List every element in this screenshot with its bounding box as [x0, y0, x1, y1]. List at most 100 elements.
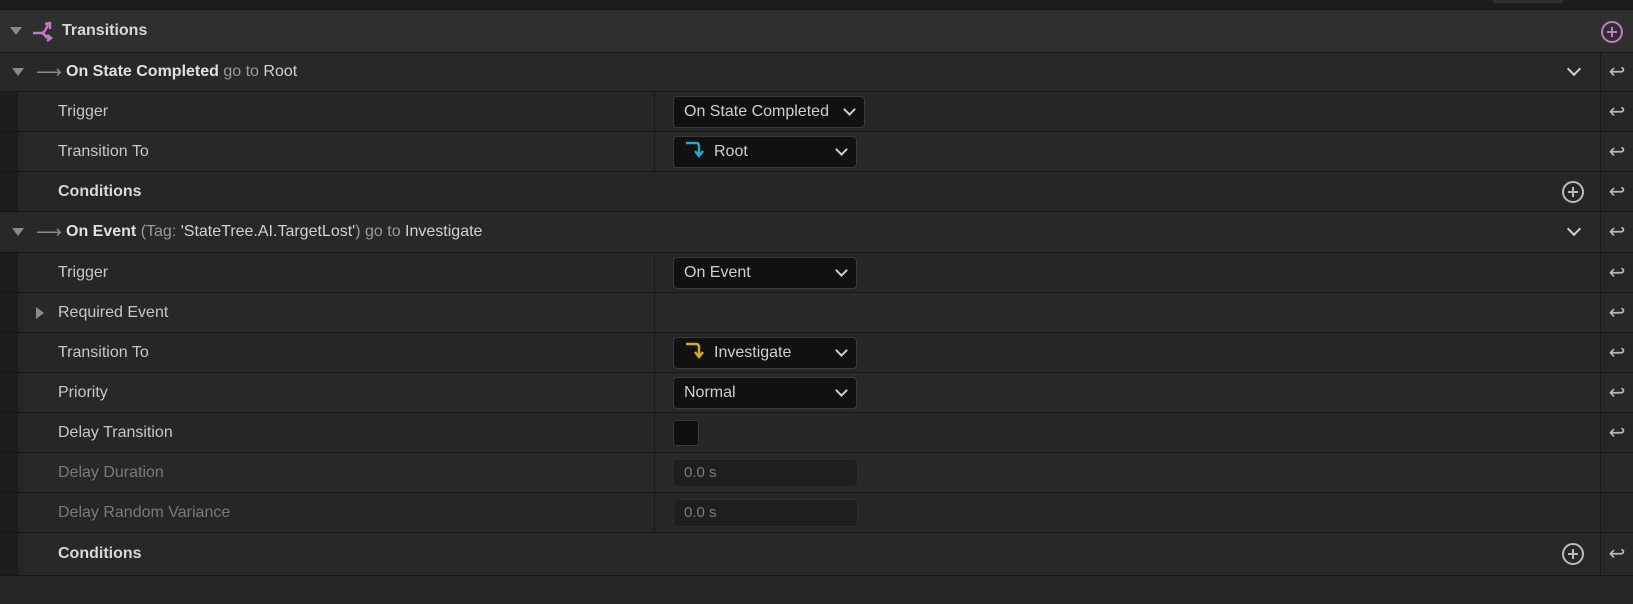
chevron-down-icon[interactable]: [1566, 53, 1582, 91]
trigger-value: On State Completed: [684, 102, 829, 120]
required-event-label: Required Event: [58, 303, 169, 321]
trigger-combo[interactable]: On Event: [673, 256, 857, 289]
transition-to-combo[interactable]: Root: [673, 135, 857, 168]
indent-gutter: [0, 172, 18, 211]
transition-to-label: Transition To: [58, 142, 149, 160]
transition-1-title: On State Completed go to Root: [66, 53, 297, 91]
chevron-down-icon: [835, 383, 848, 397]
indent-gutter: [18, 413, 24, 452]
indent-gutter: [18, 533, 24, 575]
delay-transition-checkbox[interactable]: [673, 419, 699, 446]
trigger-value: On Event: [684, 263, 751, 281]
indent-gutter: [0, 493, 18, 532]
column-splitter[interactable]: [654, 333, 655, 372]
column-splitter[interactable]: [654, 453, 655, 492]
plus-circle-icon: [1562, 543, 1584, 565]
indent-gutter: [18, 172, 24, 211]
column-splitter[interactable]: [654, 132, 655, 171]
transition-to-value: Investigate: [714, 343, 792, 361]
column-splitter[interactable]: [654, 293, 655, 332]
expand-arrow-icon[interactable]: [12, 53, 24, 91]
reset-button[interactable]: ↩: [1600, 413, 1633, 452]
tag-word: Tag:: [146, 223, 177, 240]
plus-circle-icon: [1601, 21, 1623, 43]
reset-button[interactable]: ↩: [1600, 333, 1633, 372]
indent-gutter: [18, 373, 24, 412]
transition-2-required-event-row[interactable]: Required Event ↩: [0, 293, 1633, 333]
reset-arrow-icon: ↩: [1608, 421, 1626, 444]
transition-2-trigger-row: Trigger On Event ↩: [0, 253, 1633, 293]
indent-gutter: [0, 533, 18, 575]
transition-1-conditions-row: Conditions ↩: [0, 172, 1633, 212]
chevron-down-icon: [835, 142, 848, 156]
chevron-down-icon: [843, 102, 856, 116]
expand-arrow-icon[interactable]: [36, 293, 44, 332]
priority-label: Priority: [58, 383, 108, 401]
arrow-right-icon: ⟶: [36, 222, 62, 242]
indent-gutter: [18, 253, 24, 292]
reset-button[interactable]: ↩: [1600, 253, 1633, 292]
transition-2-priority-row: Priority Normal ↩: [0, 373, 1633, 413]
chevron-down-icon: [835, 263, 848, 277]
add-condition-button[interactable]: [1562, 181, 1584, 203]
delay-random-value: 0.0 s: [684, 504, 717, 521]
tag-value: 'StateTree.AI.TargetLost': [180, 223, 356, 240]
goto-target: Investigate: [405, 223, 483, 240]
column-splitter[interactable]: [654, 253, 655, 292]
indent-gutter: [0, 293, 18, 332]
trigger-label: Trigger: [58, 102, 109, 120]
delay-duration-label: Delay Duration: [58, 463, 164, 481]
reset-arrow-icon: ↩: [1608, 301, 1626, 324]
indent-gutter: [18, 333, 24, 372]
reset-arrow-icon: ↩: [1608, 543, 1626, 565]
reset-column: [1600, 453, 1633, 492]
chevron-down-icon: [835, 343, 848, 357]
reset-arrow-icon: ↩: [1608, 100, 1626, 123]
add-transition-button[interactable]: [1601, 21, 1623, 43]
indent-gutter: [0, 92, 18, 131]
reset-button[interactable]: ↩: [1600, 92, 1633, 131]
reset-button[interactable]: ↩: [1600, 293, 1633, 332]
delay-duration-field[interactable]: 0.0 s: [673, 458, 858, 487]
reset-button[interactable]: ↩: [1600, 533, 1633, 575]
transition-2-transition-to-row: Transition To Investigate ↩: [0, 333, 1633, 373]
transition-to-combo[interactable]: Investigate: [673, 336, 857, 369]
transition-2-conditions-row: Conditions ↩: [0, 533, 1633, 576]
priority-value: Normal: [684, 383, 736, 401]
reset-arrow-icon: ↩: [1608, 61, 1626, 83]
reset-button[interactable]: ↩: [1600, 132, 1633, 171]
column-splitter[interactable]: [654, 413, 655, 452]
goto-word: go to: [365, 223, 401, 240]
transitions-section-header[interactable]: Transitions: [0, 10, 1633, 53]
column-splitter[interactable]: [654, 373, 655, 412]
indent-gutter: [0, 333, 18, 372]
collapse-arrow-icon[interactable]: [10, 10, 22, 52]
reset-arrow-icon: ↩: [1608, 221, 1626, 243]
transitions-icon: [32, 19, 56, 48]
transition-to-label: Transition To: [58, 343, 149, 361]
conditions-label: Conditions: [58, 545, 142, 562]
reset-arrow-icon: ↩: [1608, 341, 1626, 364]
reset-button[interactable]: ↩: [1600, 172, 1633, 211]
column-splitter[interactable]: [654, 493, 655, 532]
priority-combo[interactable]: Normal: [673, 376, 857, 409]
column-splitter[interactable]: [654, 92, 655, 131]
reset-button[interactable]: ↩: [1600, 53, 1633, 91]
top-tab: [1493, 0, 1563, 3]
delay-random-field[interactable]: 0.0 s: [673, 498, 858, 527]
transition-2-header[interactable]: ⟶ On Event (Tag: 'StateTree.AI.TargetLos…: [0, 212, 1633, 253]
trigger-combo[interactable]: On State Completed: [673, 95, 865, 128]
transition-2-delay-random-row: Delay Random Variance 0.0 s: [0, 493, 1633, 533]
expand-arrow-icon[interactable]: [12, 212, 24, 252]
goto-word: go to: [223, 63, 259, 80]
chevron-down-icon[interactable]: [1566, 212, 1582, 252]
add-condition-button[interactable]: [1562, 543, 1584, 565]
reset-button[interactable]: ↩: [1600, 373, 1633, 412]
indent-gutter: [0, 253, 18, 292]
delay-duration-value: 0.0 s: [684, 464, 717, 481]
transition-1-header[interactable]: ⟶ On State Completed go to Root ↩: [0, 53, 1633, 92]
transition-2-delay-duration-row: Delay Duration 0.0 s: [0, 453, 1633, 493]
indent-gutter: [18, 493, 24, 532]
reset-button[interactable]: ↩: [1600, 212, 1633, 252]
indent-gutter: [18, 293, 24, 332]
